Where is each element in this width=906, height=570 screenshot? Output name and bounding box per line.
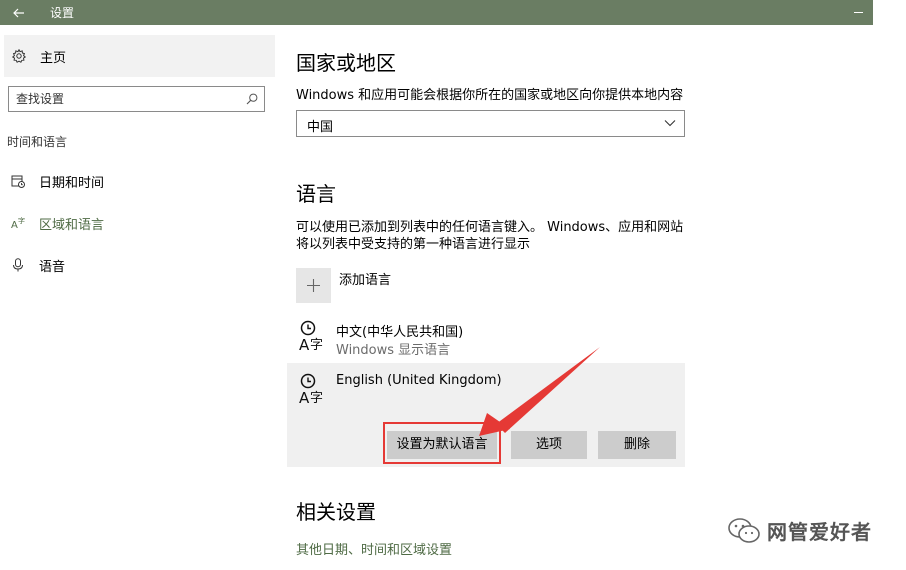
settings-window: 设置 主页 时间和语言	[0, 0, 873, 570]
svg-text:字: 字	[310, 391, 323, 405]
watermark-text: 网管爱好者	[767, 520, 872, 544]
language-name: 中文(中华人民共和国)	[336, 325, 464, 340]
language-description-line2: 将以列表中受支持的第一种语言进行显示	[296, 237, 531, 252]
additional-date-time-region-link[interactable]: 其他日期、时间和区域设置	[296, 539, 452, 558]
add-language-label: 添加语言	[339, 273, 392, 288]
sidebar-item-label: 日期和时间	[39, 175, 105, 191]
set-default-language-button[interactable]: 设置为默认语言	[387, 431, 497, 459]
back-arrow-icon	[12, 8, 24, 17]
region-title: 国家或地区	[296, 51, 396, 75]
language-title: 语言	[296, 182, 336, 206]
sidebar: 主页 时间和语言 日期和时间	[0, 25, 280, 570]
language-icon: A 字	[10, 216, 26, 230]
language-name: English (United Kingdom)	[336, 373, 502, 388]
language-item-chinese[interactable]: A 字 中文(中华人民共和国) Windows 显示语言	[295, 318, 685, 358]
language-pack-icon: A 字	[299, 320, 323, 352]
window-title: 设置	[50, 6, 75, 20]
sidebar-item-label: 区域和语言	[39, 217, 105, 233]
home-label: 主页	[40, 50, 67, 66]
svg-text:A: A	[299, 336, 310, 352]
microphone-icon	[10, 258, 26, 272]
sidebar-item-region-language[interactable]: A 字 区域和语言	[0, 205, 275, 241]
selected-country: 中国	[307, 120, 334, 135]
minimize-icon	[853, 12, 863, 13]
svg-text:字: 字	[310, 338, 323, 352]
related-settings-title: 相关设置	[296, 500, 376, 524]
language-options-button[interactable]: 选项	[511, 431, 587, 459]
sidebar-item-home[interactable]: 主页	[4, 35, 275, 77]
watermark: 网管爱好者	[727, 516, 872, 545]
region-description: Windows 和应用可能会根据你所在的国家或地区向你提供本地内容	[296, 88, 684, 103]
chevron-down-icon	[664, 120, 676, 127]
calendar-clock-icon	[10, 174, 26, 188]
search-input[interactable]	[9, 87, 239, 111]
svg-text:A: A	[11, 220, 18, 230]
language-subtitle: Windows 显示语言	[336, 343, 451, 358]
remove-language-button[interactable]: 删除	[598, 431, 676, 459]
wechat-icon	[728, 517, 760, 543]
language-description-line1: 可以使用已添加到列表中的任何语言键入。 Windows、应用和网站	[296, 220, 684, 235]
svg-text:字: 字	[18, 216, 25, 225]
sidebar-item-date-time[interactable]: 日期和时间	[0, 163, 275, 199]
svg-text:A: A	[299, 389, 310, 405]
sidebar-item-label: 语音	[39, 259, 66, 275]
gear-icon	[12, 49, 26, 63]
language-item-english-uk[interactable]: A 字 English (United Kingdom) 设置为默认语言 选项 …	[287, 363, 685, 467]
back-button[interactable]	[0, 0, 37, 25]
sidebar-item-speech[interactable]: 语音	[0, 247, 275, 283]
main-content: 国家或地区 Windows 和应用可能会根据你所在的国家或地区向你提供本地内容 …	[287, 25, 873, 570]
country-region-select[interactable]: 中国	[296, 110, 685, 137]
add-language-button[interactable]: 添加语言	[296, 268, 391, 303]
minimize-button[interactable]	[843, 0, 873, 25]
search-icon[interactable]	[246, 93, 258, 105]
sidebar-section-label: 时间和语言	[7, 135, 68, 149]
language-pack-icon: A 字	[299, 373, 323, 405]
search-box	[8, 86, 265, 112]
plus-icon	[296, 268, 331, 303]
title-bar: 设置	[0, 0, 873, 25]
